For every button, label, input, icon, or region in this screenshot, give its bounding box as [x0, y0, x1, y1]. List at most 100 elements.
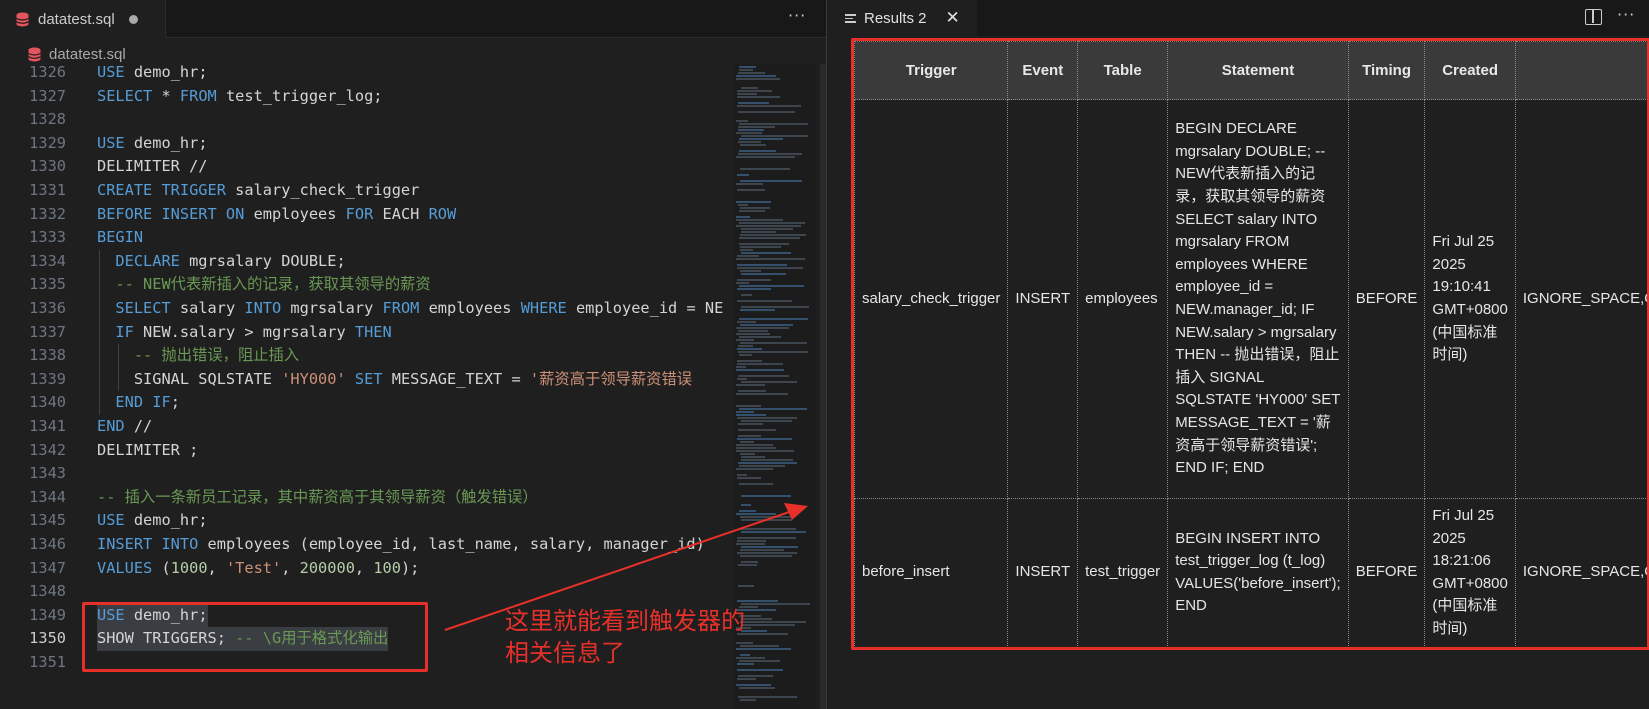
cell-sql-mode[interactable]: IGNORE_SPACE,ONLY_: [1514, 498, 1649, 646]
code-token: *: [152, 86, 180, 105]
code-token: INTO: [244, 299, 282, 317]
table-row[interactable]: before_insert INSERT test_trigger BEGIN …: [854, 498, 1649, 646]
annotation-note: 这里就能看到触发器的 相关信息了: [505, 605, 770, 669]
code-token: EACH: [373, 204, 429, 223]
code-line[interactable]: 1331 CREATE TRIGGER salary_check_trigger: [0, 179, 730, 203]
code-line[interactable]: 1334 DECLARE mgrsalary DOUBLE;: [0, 250, 730, 274]
cell-event[interactable]: INSERT: [1007, 498, 1079, 646]
cell-timing[interactable]: BEFORE: [1347, 498, 1426, 646]
code-line[interactable]: 1345 USE demo_hr;: [0, 509, 730, 533]
code-line[interactable]: 1348: [0, 580, 730, 604]
cell-timing[interactable]: BEFORE: [1347, 99, 1426, 499]
code-token: 1000: [170, 558, 208, 577]
minimap-line: [736, 183, 763, 185]
code-line[interactable]: 1326 USE demo_hr;: [0, 64, 730, 85]
more-actions-icon[interactable]: ···: [1617, 5, 1635, 24]
minimap-line: [739, 237, 800, 239]
tab-results-2[interactable]: Results 2 ✕: [827, 0, 977, 36]
column-header-timing[interactable]: Timing: [1347, 41, 1426, 100]
code-line[interactable]: 1340 END IF;: [0, 391, 730, 415]
line-number: 1331: [29, 181, 66, 199]
minimap-line: [738, 330, 768, 332]
minimap-line: [736, 414, 766, 416]
code-token: USE: [97, 133, 125, 152]
minimap-line: [737, 600, 778, 602]
unsaved-dot-icon[interactable]: [128, 14, 138, 24]
code-line[interactable]: 1335 -- NEW代表新插入的记录，获取其领导的薪资: [0, 273, 730, 297]
minimap-line: [736, 216, 750, 218]
code-line[interactable]: 1338 -- 抛出错误，阻止插入: [0, 344, 730, 368]
column-header-sql-mode[interactable]: [1514, 41, 1649, 100]
code-line[interactable]: 1328: [0, 108, 730, 132]
highlight-box-show-triggers: [82, 602, 428, 672]
code-content: SELECT * FROM test_trigger_log;: [97, 85, 383, 109]
cell-created[interactable]: Fri Jul 25 2025 18:21:06 GMT+0800 (中国标准时…: [1424, 498, 1516, 646]
table-row[interactable]: salary_check_trigger INSERT employees BE…: [854, 99, 1649, 499]
minimap-line: [736, 327, 789, 329]
code-content: -- NEW代表新插入的记录，获取其领导的薪资: [97, 273, 430, 297]
cell-statement[interactable]: BEGIN DECLARE mgrsalary DOUBLE; -- NEW代表…: [1167, 99, 1349, 499]
minimap-line: [739, 510, 756, 512]
code-token: '薪资高于领导薪资错误: [529, 369, 693, 388]
code-line[interactable]: 1332 BEFORE INSERT ON employees FOR EACH …: [0, 203, 730, 227]
cell-trigger[interactable]: before_insert: [854, 498, 1009, 646]
line-number: 1348: [29, 582, 66, 601]
cell-trigger[interactable]: salary_check_trigger: [854, 99, 1009, 499]
minimap-line: [736, 339, 754, 341]
minimap-line: [740, 180, 802, 182]
line-number: 1339: [29, 369, 66, 388]
code-line[interactable]: 1333 BEGIN: [0, 226, 730, 250]
minimap-line: [736, 447, 776, 449]
column-header-event[interactable]: Event: [1007, 41, 1079, 100]
code-token: SELECT: [97, 86, 153, 105]
code-line[interactable]: 1341 END //: [0, 415, 730, 439]
minimap-line: [736, 156, 795, 158]
code-content: USE demo_hr;: [97, 509, 208, 533]
minimap-line: [739, 408, 807, 410]
minimap-line: [736, 444, 773, 446]
tab-datatest-sql[interactable]: datatest.sql: [0, 0, 166, 38]
minimap-line: [739, 150, 776, 152]
minimap-line: [740, 699, 756, 701]
code-line[interactable]: 1344 -- 插入一条新员工记录，其中薪资高于其领导薪资（触发错误）: [0, 486, 730, 510]
column-header-created[interactable]: Created: [1424, 41, 1516, 100]
close-icon[interactable]: ✕: [946, 8, 960, 28]
column-header-trigger[interactable]: Trigger: [854, 41, 1009, 100]
code-line[interactable]: 1336 SELECT salary INTO mgrsalary FROM e…: [0, 297, 730, 321]
line-number: 1336: [29, 299, 66, 317]
cell-created[interactable]: Fri Jul 25 2025 19:10:41 GMT+0800 (中国标准时…: [1424, 99, 1516, 499]
line-number: 1330: [29, 157, 66, 176]
cell-sql-mode[interactable]: IGNORE_SPACE,ONLY_: [1514, 99, 1649, 499]
minimap-line: [740, 270, 761, 272]
code-line[interactable]: 1339 SIGNAL SQLSTATE 'HY000' SET MESSAGE…: [0, 368, 730, 392]
code-line[interactable]: 1337 IF NEW.salary > mgrsalary THEN: [0, 321, 730, 345]
code-line[interactable]: 1346 INSERT INTO employees (employee_id, …: [0, 533, 730, 557]
editor-tab-bar: datatest.sql ···: [0, 0, 826, 38]
code-line[interactable]: 1342 DELIMITER ;: [0, 439, 730, 463]
code-line[interactable]: 1327 SELECT * FROM test_trigger_log;: [0, 85, 730, 109]
minimap-line: [736, 258, 805, 260]
code-token: CREATE TRIGGER: [97, 181, 226, 199]
cell-event[interactable]: INSERT: [1007, 99, 1079, 499]
minimap-line: [737, 321, 756, 323]
column-header-table[interactable]: Table: [1077, 41, 1169, 100]
column-header-statement[interactable]: Statement: [1167, 41, 1349, 100]
code-line[interactable]: 1347 VALUES (1000, 'Test', 200000, 100);: [0, 557, 730, 581]
more-actions-icon[interactable]: ···: [788, 6, 806, 25]
line-number: 1341: [29, 417, 66, 435]
cell-table[interactable]: test_trigger: [1077, 498, 1169, 646]
code-token: IF: [115, 322, 134, 341]
code-line[interactable]: 1343: [0, 462, 730, 486]
code-content: BEGIN: [97, 226, 143, 250]
cell-table[interactable]: employees: [1077, 99, 1169, 499]
split-editor-icon[interactable]: [1585, 9, 1602, 25]
cell-statement[interactable]: BEGIN INSERT INTO test_trigger_log (t_lo…: [1167, 498, 1349, 646]
minimap-line: [737, 255, 759, 257]
code-line[interactable]: 1329 USE demo_hr;: [0, 132, 730, 156]
code-token: //: [124, 417, 153, 435]
code-line[interactable]: 1330 DELIMITER //: [0, 155, 730, 179]
code-token: THEN: [354, 322, 392, 341]
code-content: END IF;: [97, 391, 179, 415]
minimap-line: [736, 75, 776, 77]
results-grid[interactable]: Trigger Event Table Statement Timing Cre…: [854, 41, 1649, 646]
